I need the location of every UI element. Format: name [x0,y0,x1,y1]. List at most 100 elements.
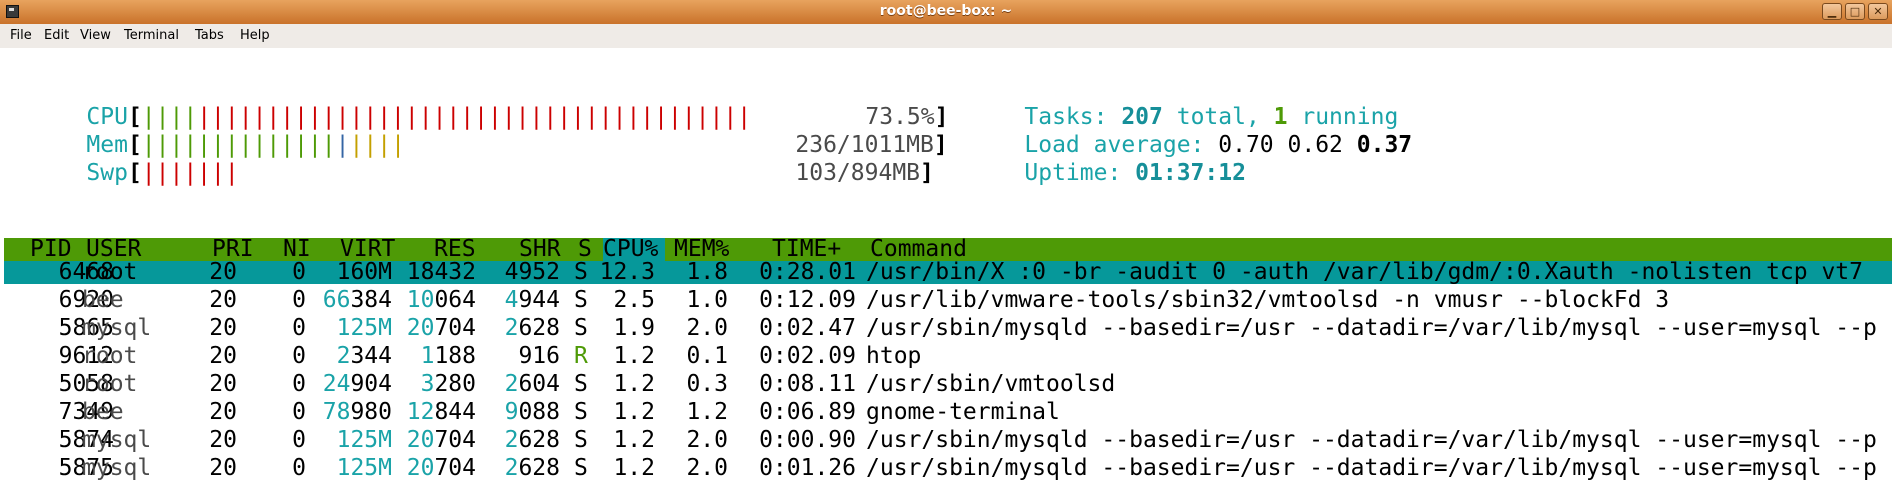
window-titlebar[interactable]: root@bee-box: ~ ▁ □ ✕ [0,0,1892,25]
cell-shr: 2604 [504,371,560,397]
window-controls: ▁ □ ✕ [1822,3,1888,20]
process-row[interactable]: 9612 root 20 0 2344 1188 916 R 1.2 0.1 0:02.09 htop [0,345,1892,368]
swp-meter-value: 103/894MB] [795,160,934,186]
cell-cpu: 1.2 [613,343,655,369]
cell-res: 20704 [406,315,476,341]
cell-cpu: 2.5 [613,287,655,313]
window-title: root@bee-box: ~ [879,3,1013,19]
col-mem[interactable]: MEM% [674,238,729,261]
meter-bar-yellow: |||| [349,132,405,158]
cell-s: S [574,315,588,341]
cell-ni: 0 [292,427,306,453]
col-cpu-sorted[interactable]: CPU% [603,238,665,261]
cell-mem: 2.0 [686,455,728,481]
process-row[interactable]: 5874 mysql 20 0 125M 20704 2628 S 1.2 2.0 0:00.90/… [0,429,1892,452]
cell-mem: 2.0 [686,315,728,341]
cell-ni: 0 [292,343,306,369]
col-s[interactable]: S [578,238,592,261]
col-command[interactable]: Command [870,238,967,261]
col-shr[interactable]: SHR [519,238,561,261]
cell-time: 0:01.26 [759,455,856,481]
cell-ni: 0 [292,371,306,397]
cell-mem: 1.8 [686,259,728,285]
minimize-icon[interactable]: ▁ [1822,3,1842,20]
cell-mem: 1.0 [686,287,728,313]
cell-cpu: 1.9 [613,315,655,341]
cell-user: root [82,259,138,285]
cpu-meter-value: 73.5%] [865,104,949,130]
mem-meter: Mem[||||||||||||||||||| [86,132,405,158]
cell-pri: 20 [209,287,237,313]
cell-pri: 20 [209,343,237,369]
col-ni[interactable]: NI [283,238,311,261]
tasks-summary: Tasks: 207 total, 1 running [1024,104,1399,130]
cell-shr: 2628 [504,455,560,481]
cell-s: R [574,343,588,369]
cell-res: 1188 [420,343,476,369]
col-time[interactable]: TIME+ [772,238,841,261]
cell-shr: 4944 [504,287,560,313]
cell-s: S [574,455,588,481]
menu-bar: File Edit View Terminal Tabs Help [0,24,1892,49]
cell-shr: 9088 [504,399,560,425]
cell-shr: 2628 [504,427,560,453]
cell-time: 0:28.01 [759,259,856,285]
col-user[interactable]: USER [86,238,141,261]
load-average: Load average: 0.70 0.62 0.37 [1024,132,1413,158]
cell-cmd: htop [866,343,922,369]
menu-edit[interactable]: Edit [44,28,69,43]
process-row[interactable]: 5058 root 20 0 24904 3280 2604 S 1.2 0.3 0:08.11/u… [0,373,1892,396]
cell-pri: 20 [209,259,237,285]
col-pid[interactable]: PID [30,238,72,261]
meter-bar-red: ||||||| [141,160,239,186]
process-row[interactable]: 6468 root 20 0 160M 18432 4952 S 12.3 1.8 0:28.01/… [0,261,1892,284]
cell-virt: 2344 [336,343,392,369]
process-row[interactable]: 5865 mysql 20 0 125M 20704 2628 S 1.9 2.0 0:02.47/… [0,317,1892,340]
cell-s: S [574,287,588,313]
col-virt[interactable]: VIRT [340,238,395,261]
menu-view[interactable]: View [80,28,111,43]
menu-terminal[interactable]: Terminal [124,28,179,43]
cell-shr: 2628 [504,315,560,341]
process-row[interactable]: 6920 bee 20 0 66384 10064 4944 S 2.5 1.0 0:12.09/u… [0,289,1892,312]
cell-cmd: /usr/sbin/vmtoolsd [866,371,1116,397]
cell-virt: 125M [336,455,392,481]
cell-res: 20704 [406,427,476,453]
uptime-value: 01:37:12 [1135,160,1246,186]
process-row[interactable]: 5875 mysql 20 0 125M 20704 2628 S 1.2 2.0 0:01.26/… [0,457,1892,480]
menu-file[interactable]: File [10,28,32,43]
cell-time: 0:06.89 [759,399,856,425]
load-5: 0.62 [1287,132,1343,158]
cell-s: S [574,259,588,285]
col-pri[interactable]: PRI [212,238,254,261]
cell-cpu: 12.3 [599,259,655,285]
cell-mem: 0.3 [686,371,728,397]
cell-pri: 20 [209,371,237,397]
cell-user: bee [82,399,124,425]
uptime: Uptime: 01:37:12 [1024,160,1246,186]
cell-shr: 916 [518,343,560,369]
cell-s: S [574,427,588,453]
load-15: 0.37 [1356,132,1413,158]
cell-cmd: /usr/sbin/mysqld --basedir=/usr --datadi… [866,427,1877,453]
cell-cmd: /usr/sbin/mysqld --basedir=/usr --datadi… [866,315,1877,341]
cell-time: 0:00.90 [759,427,856,453]
close-icon[interactable]: ✕ [1868,3,1888,20]
cell-user: mysql [82,455,152,481]
cell-user: mysql [82,427,152,453]
cell-mem: 2.0 [686,427,728,453]
cell-cpu: 1.2 [613,371,655,397]
cell-user: root [82,371,138,397]
cell-user: bee [82,287,124,313]
menu-tabs[interactable]: Tabs [195,28,224,43]
cell-res: 12844 [406,399,476,425]
cell-virt: 78980 [322,399,392,425]
cell-virt: 160M [336,259,392,285]
cell-cmd: gnome-terminal [866,399,1060,425]
maximize-icon[interactable]: □ [1845,3,1865,20]
process-table-header: PID USER PRI NI VIRT RES SHR S CPU% MEM%… [4,238,1892,261]
col-res[interactable]: RES [434,238,476,261]
menu-help[interactable]: Help [240,28,270,43]
terminal-area[interactable]: CPU[||||||||||||||||||||||||||||||||||||… [0,48,1892,480]
process-row[interactable]: 7349 bee 20 0 78980 12844 9088 S 1.2 1.2 0:06.89 gn… [0,401,1892,424]
